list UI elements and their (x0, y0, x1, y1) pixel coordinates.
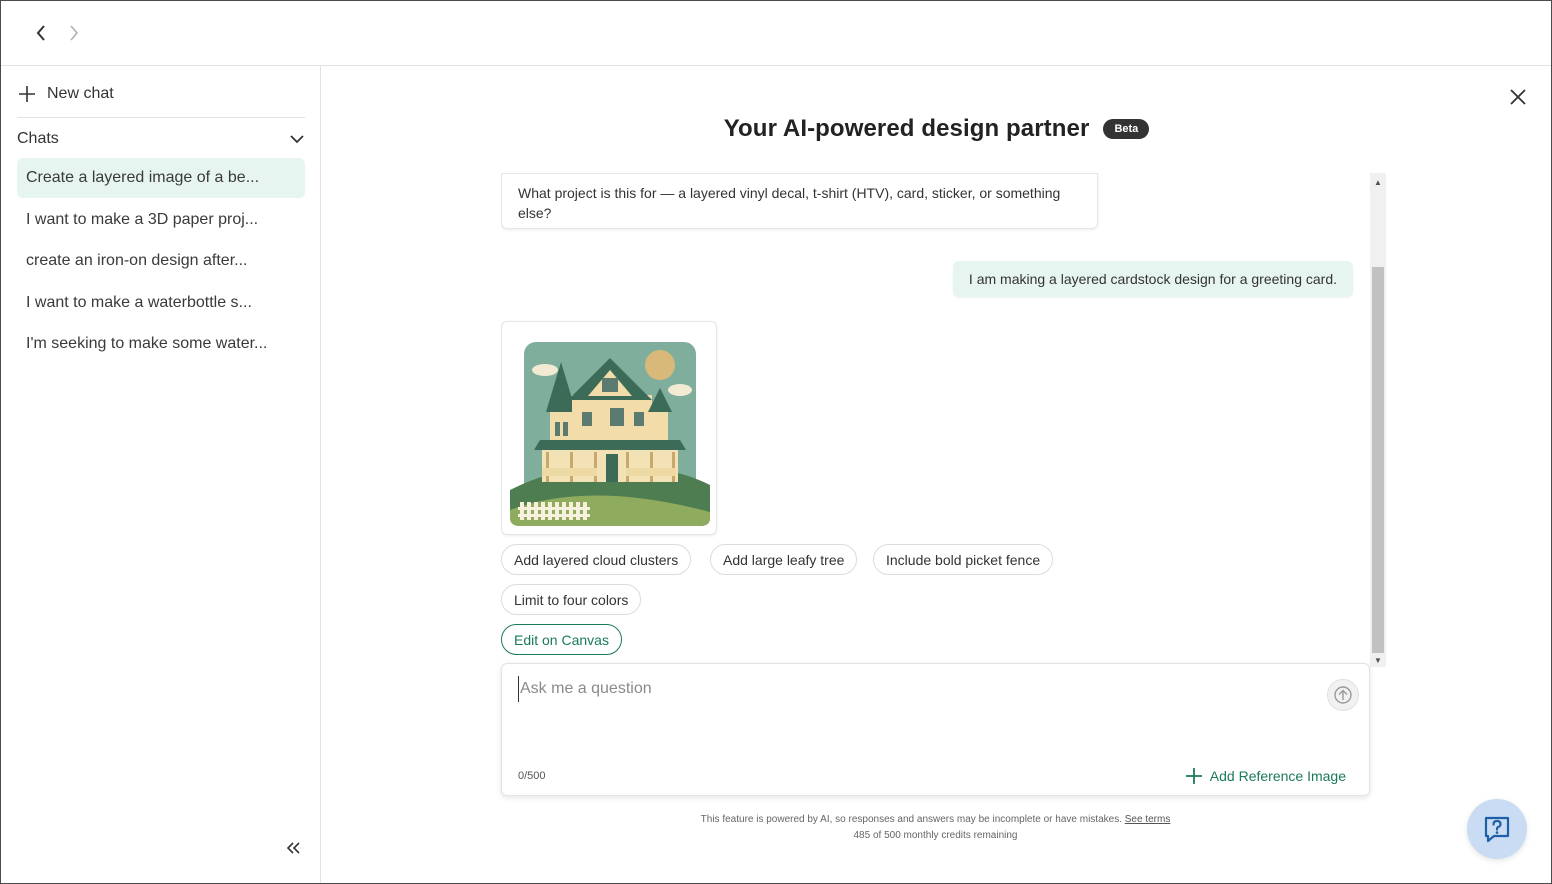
chats-header-label: Chats (17, 130, 59, 147)
disclaimer-text: This feature is powered by AI, so respon… (700, 814, 1122, 825)
chat-list-item[interactable]: I'm seeking to make some water... (17, 324, 305, 364)
suggestion-chip[interactable]: Add layered cloud clusters (501, 544, 692, 575)
chat-list-item[interactable]: create an iron-on design after... (17, 241, 305, 281)
character-count: 0/500 (518, 770, 546, 782)
generated-image-card[interactable] (501, 321, 717, 535)
question-input[interactable] (518, 676, 1298, 702)
forward-button[interactable] (62, 21, 86, 45)
add-reference-label: Add Reference Image (1209, 768, 1346, 784)
title-row: Your AI-powered design partner Beta (322, 112, 1551, 146)
send-button[interactable] (1327, 679, 1359, 711)
back-button[interactable] (29, 21, 53, 45)
divider (17, 117, 305, 118)
ai-disclaimer: This feature is powered by AI, so respon… (501, 812, 1370, 844)
plus-icon (1185, 768, 1202, 784)
new-chat-label: New chat (47, 85, 114, 102)
arrow-up-icon (1334, 686, 1352, 704)
collapse-sidebar-button[interactable] (283, 838, 305, 858)
chat-messages[interactable]: What project is this for — a layered vin… (501, 173, 1370, 667)
close-icon (1510, 89, 1526, 105)
suggestion-chip[interactable]: Limit to four colors (501, 584, 642, 615)
chevron-left-icon (36, 25, 45, 41)
chevron-down-icon (290, 135, 304, 144)
scrollbar-thumb[interactable] (1372, 267, 1384, 653)
chat-list: Create a layered image of a be... I want… (17, 158, 305, 366)
page-title: Your AI-powered design partner (723, 115, 1090, 142)
edit-on-canvas-button[interactable]: Edit on Canvas (501, 624, 622, 655)
sidebar: New chat Chats Create a layered image of… (1, 66, 321, 883)
help-button[interactable] (1467, 799, 1527, 859)
credits-remaining: 485 of 500 monthly credits remaining (853, 830, 1018, 841)
chats-section-toggle[interactable]: Chats (17, 126, 305, 152)
suggestion-chip[interactable]: Include bold picket fence (873, 544, 1054, 575)
plus-icon (19, 86, 35, 102)
chat-scrollbar[interactable]: ▲ ▼ (1370, 173, 1386, 667)
assistant-message: What project is this for — a layered vin… (501, 173, 1098, 229)
top-bar (1, 1, 1551, 66)
chat-list-item[interactable]: I want to make a 3D paper proj... (17, 200, 305, 240)
add-reference-image-button[interactable]: Add Reference Image (1185, 765, 1346, 787)
message-composer: 0/500 Add Reference Image (501, 663, 1370, 796)
scroll-down-arrow-icon[interactable]: ▼ (1373, 655, 1383, 665)
scroll-up-arrow-icon[interactable]: ▲ (1373, 177, 1383, 187)
generated-house-image (510, 342, 710, 526)
chevron-right-icon (70, 25, 79, 41)
close-button[interactable] (1506, 85, 1530, 109)
user-message: I am making a layered cardstock design f… (952, 261, 1353, 297)
chat-list-item[interactable]: Create a layered image of a be... (17, 158, 305, 198)
new-chat-button[interactable]: New chat (17, 80, 217, 108)
suggestion-chip[interactable]: Add large leafy tree (710, 544, 858, 575)
question-icon (1484, 816, 1510, 843)
see-terms-link[interactable]: See terms (1125, 814, 1171, 825)
beta-badge: Beta (1103, 119, 1150, 139)
chat-list-item[interactable]: I want to make a waterbottle s... (17, 283, 305, 323)
double-chevron-left-icon (287, 842, 300, 854)
